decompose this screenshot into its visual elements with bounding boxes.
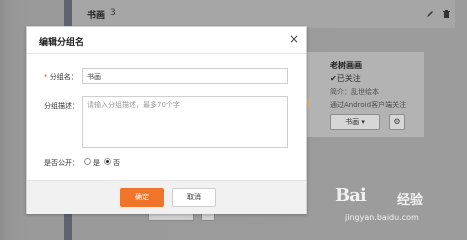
required-mark: *	[44, 73, 48, 81]
cancel-button[interactable]: 取消	[172, 188, 216, 207]
public-no-radio[interactable]	[104, 158, 111, 165]
group-name-label-text: 分组名：	[49, 73, 78, 81]
trash-icon[interactable]	[442, 9, 451, 19]
dialog-footer: 确定 取消	[27, 180, 306, 214]
public-yes-radio[interactable]	[84, 158, 91, 165]
group-name-label: * 分组名：	[44, 72, 78, 82]
public-label: 是否公开：	[44, 159, 79, 167]
public-no-label: 否	[113, 159, 120, 167]
group-title: 书画	[87, 11, 106, 21]
edit-group-dialog: 编辑分组名 × * 分组名： 书画 分组描述： 请输入分组描述，最多70个字 是…	[26, 26, 307, 214]
pencil-icon[interactable]	[425, 9, 435, 19]
watermark-cn: 经验	[397, 193, 424, 208]
gear-icon[interactable]: ⚙	[389, 114, 405, 130]
account-intro: 简介：乱世绘本	[330, 88, 379, 96]
group-name-input[interactable]: 书画	[82, 68, 288, 84]
close-icon[interactable]: ×	[289, 32, 299, 46]
group-select[interactable]: 书画 ▾	[330, 114, 380, 130]
watermark-logo: Bai	[335, 185, 367, 206]
follow-status: ✔已关注	[330, 74, 361, 83]
group-header	[72, 0, 455, 28]
baidu-watermark: Bai 经验 jingyan.baidu.com	[335, 185, 450, 233]
dialog-divider	[27, 53, 306, 54]
group-count: 3	[110, 8, 116, 18]
dialog-title: 编辑分组名	[39, 38, 85, 48]
public-yes-label: 是	[93, 159, 100, 167]
group-desc-textarea[interactable]: 请输入分组描述，最多70个字	[82, 96, 288, 148]
group-desc-label: 分组描述：	[44, 102, 79, 110]
confirm-button[interactable]: 确定	[120, 188, 164, 207]
account-name[interactable]: 老树画画	[330, 60, 362, 71]
follow-source: 通过Android客户端关注	[330, 101, 407, 109]
watermark-url: jingyan.baidu.com	[345, 213, 419, 222]
